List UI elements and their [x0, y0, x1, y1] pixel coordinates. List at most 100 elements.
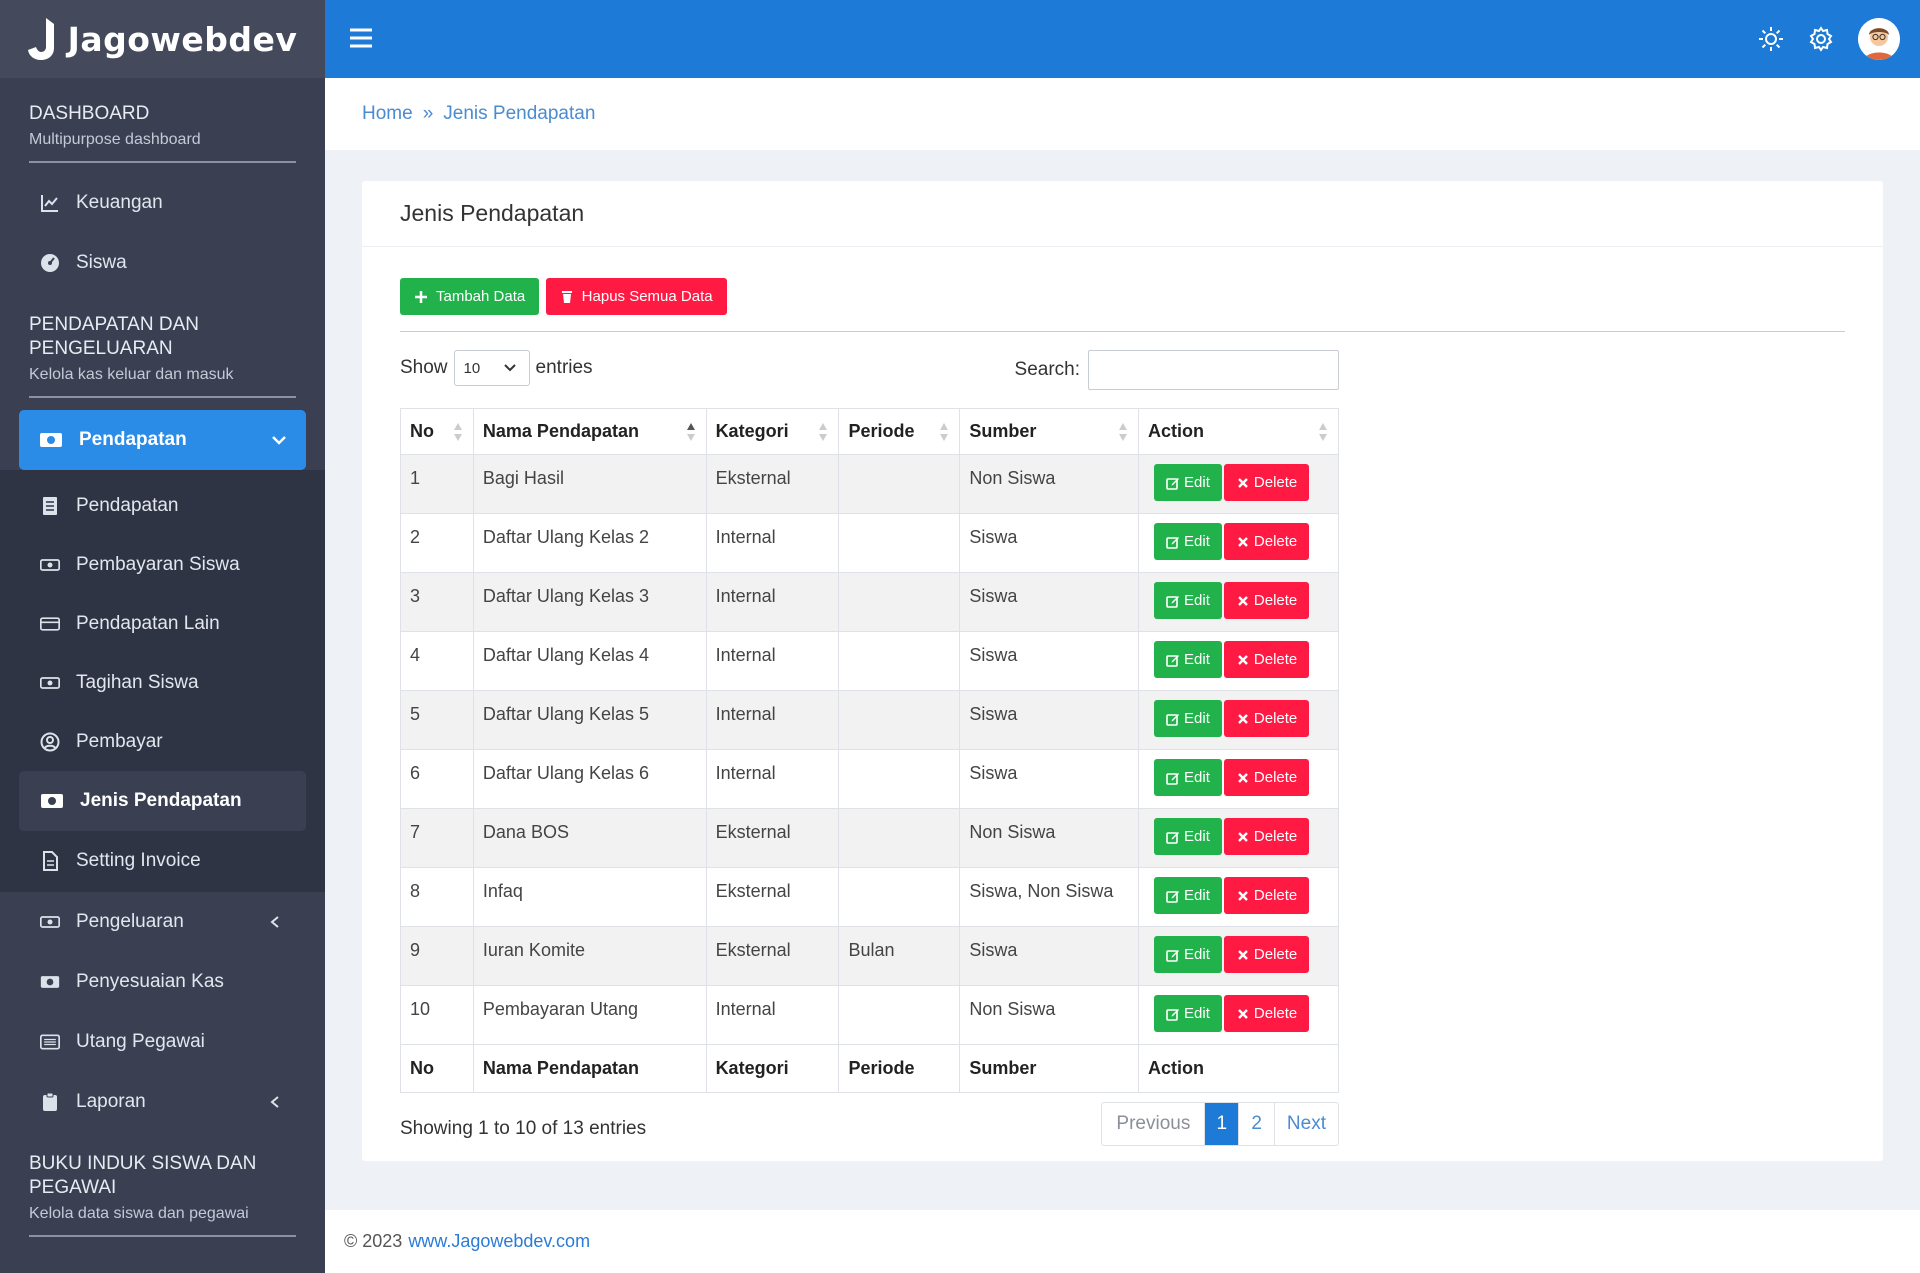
- table-row: 3 Daftar Ulang Kelas 3 Internal Siswa Edit De…: [400, 572, 1339, 632]
- search-input[interactable]: [1088, 350, 1339, 390]
- delete-all-label: Hapus Semua Data: [581, 288, 713, 305]
- add-data-button[interactable]: Tambah Data: [400, 278, 540, 315]
- column-header-nama[interactable]: Nama Pendapatan: [472, 408, 707, 455]
- sort-asc-icon: [686, 423, 695, 441]
- delete-button[interactable]: Delete: [1223, 759, 1310, 796]
- delete-button[interactable]: Delete: [1223, 877, 1310, 914]
- delete-button[interactable]: Delete: [1223, 582, 1310, 619]
- money-icon: [40, 558, 60, 571]
- cell-periode: Bulan: [838, 926, 961, 986]
- money-icon: [41, 794, 63, 808]
- delete-button[interactable]: Delete: [1223, 818, 1310, 855]
- sidebar-item-jenis-pendapatan[interactable]: Jenis Pendapatan: [19, 771, 306, 831]
- pagination-page-1[interactable]: 1: [1204, 1103, 1239, 1145]
- cell-sumber: Non Siswa: [959, 454, 1140, 514]
- sidebar-item-penyesuaian-kas[interactable]: Penyesuaian Kas: [0, 952, 325, 1012]
- sidebar-item-pendapatan-group[interactable]: Pendapatan: [19, 410, 306, 470]
- pagination-next[interactable]: Next: [1273, 1103, 1338, 1145]
- column-header-sumber[interactable]: Sumber: [959, 408, 1140, 455]
- pagination-previous[interactable]: Previous: [1102, 1103, 1204, 1145]
- delete-button[interactable]: Delete: [1223, 936, 1310, 973]
- edit-button[interactable]: Edit: [1154, 759, 1222, 796]
- table-row: 6 Daftar Ulang Kelas 6 Internal Siswa Edit De…: [400, 749, 1339, 809]
- column-header-action[interactable]: Action: [1138, 408, 1339, 455]
- sidebar-item-label: Utang Pegawai: [76, 1031, 205, 1052]
- delete-button[interactable]: Delete: [1223, 464, 1310, 501]
- cell-no: 1: [400, 454, 474, 514]
- brand-logo-icon: [27, 18, 54, 60]
- cell-periode: [838, 572, 961, 632]
- sun-icon[interactable]: [1758, 26, 1784, 52]
- brand[interactable]: Jagowebdev: [0, 0, 325, 78]
- sort-icon: [1319, 423, 1327, 441]
- hamburger-menu-icon[interactable]: [349, 27, 373, 49]
- topbar: [325, 0, 1920, 78]
- sidebar-item-pembayaran-siswa[interactable]: Pembayaran Siswa: [0, 535, 325, 594]
- close-icon: [1238, 654, 1248, 665]
- cell-nama: Daftar Ulang Kelas 5: [472, 690, 707, 750]
- edit-icon: [1166, 713, 1180, 726]
- close-icon: [1238, 890, 1248, 901]
- delete-button[interactable]: Delete: [1223, 700, 1310, 737]
- sidebar-item-laporan[interactable]: Laporan: [0, 1072, 325, 1132]
- user-avatar-icon: [1858, 18, 1900, 60]
- sidebar-item-setting-invoice[interactable]: Setting Invoice: [0, 831, 325, 890]
- sidebar-item-pendapatan[interactable]: Pendapatan: [0, 476, 325, 535]
- edit-label: Edit: [1184, 769, 1210, 786]
- close-icon: [1238, 1008, 1248, 1019]
- breadcrumb-current[interactable]: Jenis Pendapatan: [443, 103, 595, 125]
- column-label: Periode: [848, 421, 915, 441]
- sidebar-item-pendapatan-lain[interactable]: Pendapatan Lain: [0, 594, 325, 653]
- cell-kategori: Eksternal: [705, 454, 840, 514]
- entries-select[interactable]: 10: [453, 350, 530, 386]
- column-header-kategori[interactable]: Kategori: [705, 408, 840, 455]
- delete-button[interactable]: Delete: [1223, 995, 1310, 1032]
- cell-no: 9: [400, 926, 474, 986]
- edit-button[interactable]: Edit: [1154, 700, 1222, 737]
- footer-link[interactable]: www.Jagowebdev.com: [408, 1231, 590, 1252]
- table-footer-row: No Nama Pendapatan Kategori Periode Sumb…: [400, 1044, 1339, 1093]
- delete-button[interactable]: Delete: [1223, 641, 1310, 678]
- cell-kategori: Eksternal: [705, 926, 840, 986]
- sidebar-section-dashboard: DASHBOARD Multipurpose dashboard: [0, 78, 325, 165]
- sidebar-item-keuangan[interactable]: Keuangan: [0, 173, 325, 233]
- avatar[interactable]: [1858, 18, 1900, 60]
- cell-no: 5: [400, 690, 474, 750]
- sidebar-item-pengeluaran[interactable]: Pengeluaran: [0, 892, 325, 952]
- sidebar-item-pembayar[interactable]: Pembayar: [0, 712, 325, 771]
- sidebar-item-utang-pegawai[interactable]: Utang Pegawai: [0, 1012, 325, 1072]
- delete-button[interactable]: Delete: [1223, 523, 1310, 560]
- edit-button[interactable]: Edit: [1154, 641, 1222, 678]
- edit-button[interactable]: Edit: [1154, 877, 1222, 914]
- sidebar-item-tagihan-siswa[interactable]: Tagihan Siswa: [0, 653, 325, 712]
- cell-action: Edit Delete: [1138, 867, 1339, 927]
- edit-label: Edit: [1184, 946, 1210, 963]
- sidebar-item-siswa[interactable]: Siswa: [0, 233, 325, 293]
- edit-button[interactable]: Edit: [1154, 582, 1222, 619]
- chevron-left-icon: [270, 1096, 279, 1108]
- pagination-page-2[interactable]: 2: [1238, 1103, 1274, 1145]
- edit-button[interactable]: Edit: [1154, 818, 1222, 855]
- edit-button[interactable]: Edit: [1154, 523, 1222, 560]
- delete-all-button[interactable]: Hapus Semua Data: [545, 278, 727, 315]
- content-card: Jenis Pendapatan Tambah Data Hapus Semua…: [362, 181, 1883, 1161]
- cell-action: Edit Delete: [1138, 808, 1339, 868]
- column-label: Nama Pendapatan: [482, 421, 639, 441]
- column-label: No: [410, 421, 434, 441]
- edit-button[interactable]: Edit: [1154, 464, 1222, 501]
- sidebar-item-label: Pendapatan: [79, 429, 187, 450]
- column-header-periode[interactable]: Periode: [838, 408, 961, 455]
- cell-sumber: Non Siswa: [959, 808, 1140, 868]
- table-footer: Showing 1 to 10 of 13 entries Previous 1…: [400, 1102, 1339, 1152]
- edit-button[interactable]: Edit: [1154, 936, 1222, 973]
- breadcrumb-home-link[interactable]: Home: [362, 103, 413, 125]
- cell-kategori: Internal: [705, 985, 840, 1045]
- column-header-no[interactable]: No: [400, 408, 474, 455]
- sidebar-section-students: BUKU INDUK SISWA DAN PEGAWAI Kelola data…: [0, 1132, 325, 1239]
- close-icon: [1238, 713, 1248, 724]
- delete-label: Delete: [1253, 946, 1298, 963]
- divider: [29, 1235, 296, 1237]
- edit-button[interactable]: Edit: [1154, 995, 1222, 1032]
- sidebar-item-label: Pendapatan Lain: [76, 612, 220, 634]
- gear-icon[interactable]: [1808, 26, 1834, 52]
